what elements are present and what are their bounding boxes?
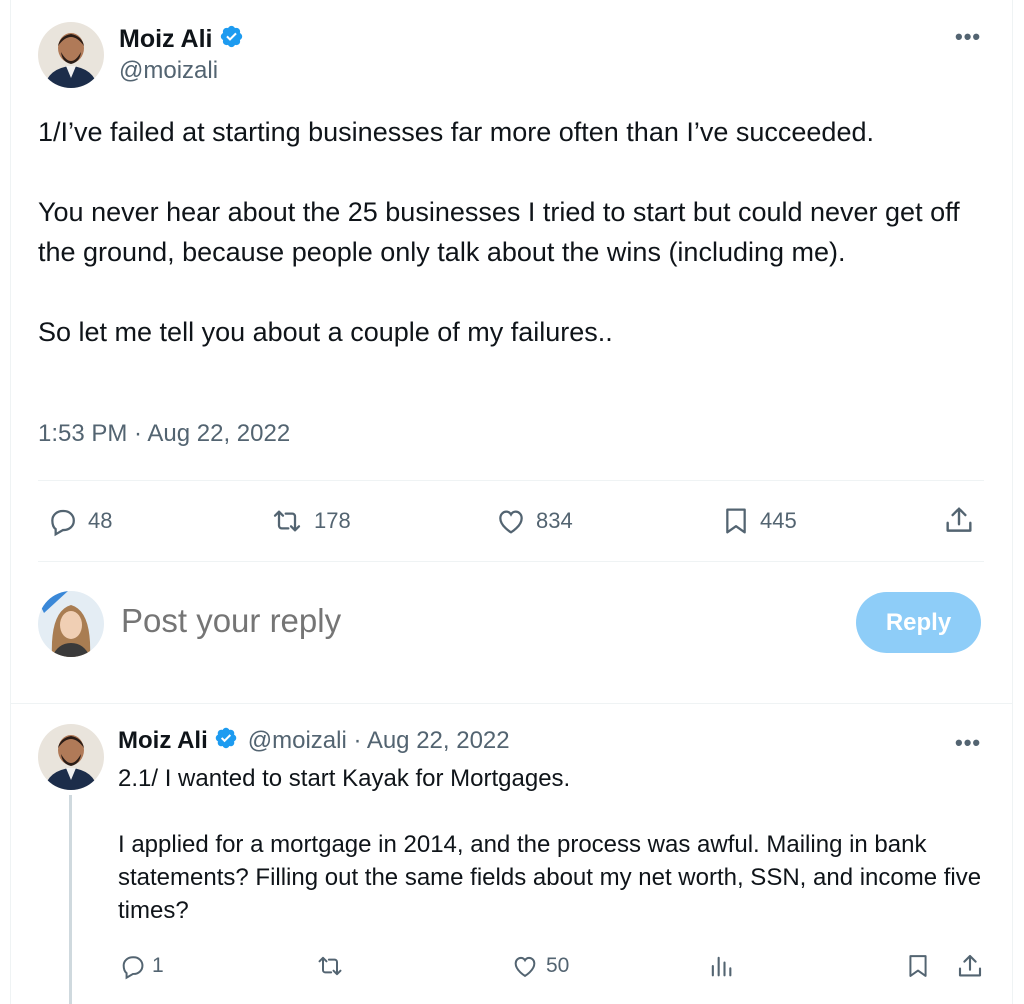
author-name[interactable]: Moiz Ali xyxy=(119,25,213,54)
tweet-paragraph: 1/I’ve failed at starting businesses far… xyxy=(38,117,874,147)
tweet-paragraph: You never hear about the 25 businesses I… xyxy=(38,197,960,267)
like-button[interactable]: 834 xyxy=(494,505,573,537)
reply-author-avatar[interactable] xyxy=(38,724,104,790)
author-handle[interactable]: @moizali xyxy=(119,57,244,85)
reply-button[interactable]: 1 xyxy=(118,952,164,980)
bookmark-count: 445 xyxy=(760,508,797,533)
bookmark-icon xyxy=(909,955,927,977)
share-button[interactable] xyxy=(942,503,976,537)
like-count: 834 xyxy=(536,508,573,533)
repost-button[interactable]: 178 xyxy=(268,505,351,537)
verified-badge-icon xyxy=(219,24,244,54)
reply-icon xyxy=(51,509,75,537)
reply-author-name[interactable]: Moiz Ali xyxy=(118,727,208,755)
reply-button[interactable]: 48 xyxy=(46,505,112,537)
share-icon xyxy=(958,954,982,977)
reply-submit-button[interactable]: Reply xyxy=(856,592,981,653)
verified-badge-icon xyxy=(214,726,238,755)
bookmark-icon xyxy=(726,508,746,534)
share-icon xyxy=(946,507,972,532)
like-icon xyxy=(514,956,536,978)
tweet-paragraph: So let me tell you about a couple of my … xyxy=(38,317,613,347)
views-button[interactable] xyxy=(706,952,736,980)
more-icon[interactable]: ••• xyxy=(955,730,981,756)
tweet-text: 1/I’ve failed at starting businesses far… xyxy=(38,112,988,352)
share-button[interactable] xyxy=(955,951,985,981)
author-info: Moiz Ali @moizali xyxy=(119,24,244,85)
current-user-avatar[interactable] xyxy=(38,591,104,657)
like-icon xyxy=(499,510,523,534)
reply-paragraph: 2.1/ I wanted to start Kayak for Mortgag… xyxy=(118,765,571,792)
repost-count: 178 xyxy=(314,508,351,533)
reply-meta[interactable]: @moizali · Aug 22, 2022 xyxy=(248,727,510,755)
reply-icon xyxy=(122,956,144,980)
like-count: 50 xyxy=(546,954,570,977)
bookmark-button[interactable] xyxy=(904,952,932,980)
repost-button[interactable] xyxy=(314,952,346,980)
repost-icon xyxy=(273,510,301,532)
reply-count: 48 xyxy=(88,508,113,533)
reply-count: 1 xyxy=(152,954,164,977)
views-icon xyxy=(711,956,732,977)
divider xyxy=(38,561,984,562)
reply-header: Moiz Ali @moizali · Aug 22, 2022 xyxy=(118,726,510,755)
divider xyxy=(38,480,984,481)
tweet-timestamp[interactable]: 1:53 PM · Aug 22, 2022 xyxy=(38,420,290,448)
repost-icon xyxy=(318,956,342,976)
reply-text: 2.1/ I wanted to start Kayak for Mortgag… xyxy=(118,762,998,927)
section-divider xyxy=(10,703,1013,704)
author-avatar[interactable] xyxy=(38,22,104,88)
like-button[interactable]: 50 xyxy=(510,952,569,980)
thread-connector xyxy=(69,795,72,1004)
reply-paragraph: I applied for a mortgage in 2014, and th… xyxy=(118,831,982,924)
more-icon[interactable]: ••• xyxy=(955,24,981,50)
bookmark-button[interactable]: 445 xyxy=(720,505,797,537)
reply-input[interactable] xyxy=(121,602,721,640)
